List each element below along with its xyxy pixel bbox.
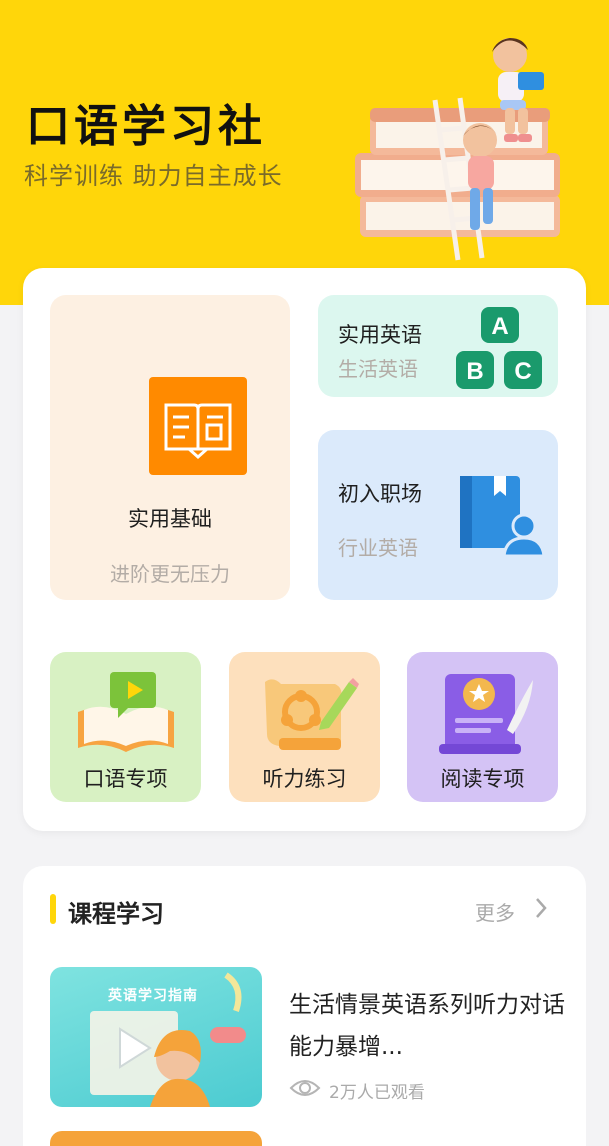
page-title: 口语学习社: [26, 101, 266, 152]
more-link[interactable]: 更多: [475, 897, 515, 926]
course-thumbnail[interactable]: 英语学习指南: [50, 967, 262, 1107]
module-sub: 进阶更无压力: [110, 562, 230, 586]
hero-banner: 口语学习社 科学训练 助力自主成长: [0, 0, 609, 305]
abc-letter: B: [466, 358, 483, 385]
module-label: 听力练习: [262, 767, 347, 791]
books-kids-illustration: [355, 38, 560, 261]
video-book-icon: [78, 672, 174, 752]
module-label: 阅读专项: [440, 767, 525, 791]
map-pencil-icon: [265, 678, 359, 750]
next-course-thumbnail[interactable]: [50, 1131, 262, 1146]
chevron-right-icon[interactable]: [533, 896, 549, 920]
abc-letter: C: [514, 358, 531, 385]
module-workplace[interactable]: 初入职场 行业英语: [318, 430, 558, 600]
view-count: 2万人已观看: [329, 1083, 425, 1103]
modules-card: 实用基础 进阶更无压力 实用英语 生活英语 A B C 初入职场 行业英语 口语…: [23, 268, 586, 831]
course-title[interactable]: 生活情景英语系列听力对话能力暴增...: [289, 984, 574, 1068]
module-label: 实用英语: [338, 323, 422, 347]
module-practical-english[interactable]: 实用英语 生活英语 A B C: [318, 295, 558, 397]
section-title: 课程学习: [68, 900, 164, 928]
module-sub: 行业英语: [338, 536, 418, 560]
module-label: 实用基础: [128, 507, 212, 531]
module-reading[interactable]: 阅读专项: [407, 652, 558, 802]
eye-icon: [289, 1080, 321, 1096]
page-subtitle: 科学训练 助力自主成长: [24, 162, 283, 190]
section-accent-bar: [50, 894, 56, 924]
module-sub: 生活英语: [338, 357, 418, 381]
module-practical-basics[interactable]: 实用基础 进阶更无压力: [50, 295, 290, 600]
module-listening[interactable]: 听力练习: [229, 652, 380, 802]
abc-letter: A: [491, 313, 508, 340]
medal-document-icon: [439, 674, 533, 754]
course-thumbnail-art: [90, 972, 246, 1107]
courses-card: 课程学习 更多 英语学习指南 生活情景英语系列听力对话能力暴增... 2万人已观…: [23, 866, 586, 1146]
open-book-icon: [149, 377, 247, 475]
book-person-icon: [460, 476, 546, 558]
module-label: 口语专项: [83, 767, 168, 791]
module-label: 初入职场: [338, 482, 422, 506]
module-oral[interactable]: 口语专项: [50, 652, 201, 802]
abc-blocks-icon: A B C: [456, 307, 542, 389]
